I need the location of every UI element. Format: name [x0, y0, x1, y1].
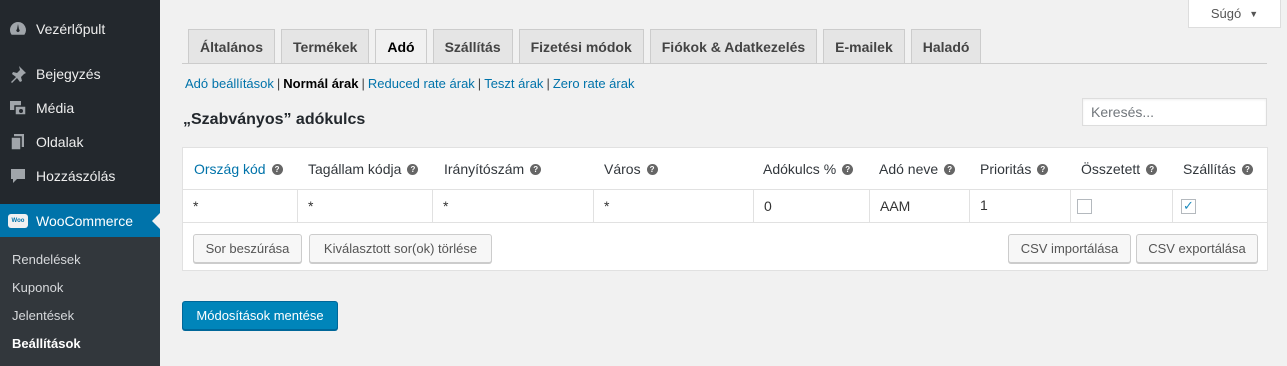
tab-products[interactable]: Termékek [281, 29, 370, 64]
help-label: Súgó [1210, 6, 1242, 21]
menu-label: Hozzászólás [36, 168, 116, 184]
column-header-postcode: Irányítószám? [444, 148, 542, 190]
subnav-tax-options[interactable]: Adó beállítások [185, 76, 274, 91]
subnav-separator: | [361, 76, 365, 91]
subnav-separator: | [276, 76, 281, 91]
menu-item-dashboard[interactable]: Vezérlőpult [0, 12, 160, 46]
state-code-field[interactable]: * [298, 190, 433, 222]
menu-label: Vezérlőpult [36, 21, 106, 37]
csv-export-button[interactable]: CSV exportálása [1136, 234, 1258, 263]
caret-down-icon: ▼ [1249, 8, 1259, 19]
column-header-rate: Adókulcs %? [763, 148, 854, 190]
column-header-compound: Összetett? [1081, 148, 1158, 190]
woo-badge: Woo [8, 214, 28, 228]
menu-item-posts[interactable]: Bejegyzés [0, 57, 160, 91]
rate-field[interactable]: 0 [754, 190, 870, 222]
header-label: Szállítás [1183, 161, 1236, 177]
help-icon[interactable]: ? [271, 163, 283, 175]
help-icon[interactable]: ? [530, 163, 542, 175]
tab-shipping[interactable]: Szállítás [432, 29, 513, 64]
submenu-settings[interactable]: Beállítások [12, 336, 81, 351]
tab-payments[interactable]: Fizetési módok [518, 29, 644, 64]
column-header-shipping: Szállítás? [1183, 148, 1253, 190]
tab-advanced[interactable]: Haladó [910, 29, 982, 64]
menu-label: Oldalak [36, 134, 84, 150]
tabs-divider [182, 63, 1267, 64]
subnav-test-rates[interactable]: Teszt árak [484, 76, 543, 91]
header-label: Összetett [1081, 161, 1141, 177]
subnav-separator: | [546, 76, 550, 91]
help-icon[interactable]: ? [1146, 163, 1158, 175]
help-icon[interactable]: ? [407, 163, 419, 175]
shipping-checkbox[interactable]: ✓ [1181, 198, 1196, 214]
compound-cell [1071, 190, 1173, 222]
submenu-orders[interactable]: Rendelések [12, 252, 81, 267]
header-label: Város [604, 161, 641, 177]
postcode-field[interactable]: * [433, 190, 594, 222]
header-label: Prioritás [980, 161, 1032, 177]
csv-import-button[interactable]: CSV importálása [1008, 234, 1131, 263]
pin-icon [0, 64, 36, 84]
tab-accounts[interactable]: Fiókok & Adatkezelés [649, 29, 818, 64]
column-header-priority: Prioritás? [980, 148, 1049, 190]
woocommerce-icon: Woo [0, 214, 36, 228]
table-row: * * * * 0 AAM 1 ✓ [183, 189, 1267, 223]
woocommerce-submenu: Rendelések Kuponok Jelentések Beállításo… [0, 237, 160, 366]
delete-rows-button[interactable]: Kiválasztott sor(ok) törlése [309, 234, 492, 263]
menu-label: WooCommerce [36, 213, 133, 229]
admin-sidebar: Vezérlőpult Bejegyzés Média Oldalak Hozz… [0, 0, 160, 366]
tab-emails[interactable]: E-mailek [823, 29, 905, 64]
settings-tabs: Általános Termékek Adó Szállítás Fizetés… [188, 29, 987, 64]
page-title: „Szabványos” adókulcs [183, 111, 366, 128]
priority-field[interactable]: 1 [970, 190, 1071, 222]
header-label: Ország kód [194, 161, 266, 177]
help-icon[interactable]: ? [944, 163, 956, 175]
subnav-reduced-rates[interactable]: Reduced rate árak [368, 76, 475, 91]
column-header-tax-name: Adó neve? [879, 148, 956, 190]
menu-label: Bejegyzés [36, 66, 101, 82]
subnav-standard-rates: Normál árak [283, 76, 359, 91]
shipping-cell: ✓ [1173, 190, 1267, 222]
tax-subnav: Adó beállítások | Normál árak | Reduced … [185, 76, 634, 91]
submenu-reports[interactable]: Jelentések [12, 308, 74, 323]
help-icon[interactable]: ? [646, 163, 658, 175]
header-label: Tagállam kódja [308, 161, 402, 177]
comment-icon [0, 166, 36, 186]
tab-general[interactable]: Általános [188, 29, 276, 64]
header-label: Irányítószám [444, 161, 525, 177]
menu-item-woocommerce[interactable]: Woo WooCommerce [0, 204, 160, 238]
subnav-zero-rates[interactable]: Zero rate árak [553, 76, 635, 91]
menu-item-media[interactable]: Média [0, 91, 160, 125]
column-header-country[interactable]: Ország kód? [194, 148, 283, 190]
help-icon[interactable]: ? [1241, 163, 1253, 175]
menu-item-comments[interactable]: Hozzászólás [0, 159, 160, 193]
country-code-field[interactable]: * [183, 190, 298, 222]
help-button[interactable]: Súgó ▼ [1188, 0, 1281, 28]
tab-tax[interactable]: Adó [375, 29, 427, 64]
submenu-coupons[interactable]: Kuponok [12, 280, 63, 295]
subnav-separator: | [477, 76, 482, 91]
search-input[interactable] [1082, 98, 1267, 126]
save-changes-button[interactable]: Módosítások mentése [182, 301, 338, 330]
column-header-city: Város? [604, 148, 658, 190]
header-label: Adó neve [879, 161, 939, 177]
tax-rates-table: Ország kód? Tagállam kódja? Irányítószám… [182, 147, 1268, 271]
media-icon [0, 98, 36, 118]
help-icon[interactable]: ? [842, 163, 854, 175]
insert-row-button[interactable]: Sor beszúrása [193, 234, 302, 263]
page-icon [0, 132, 36, 152]
column-header-state: Tagállam kódja? [308, 148, 419, 190]
dashboard-icon [0, 19, 36, 39]
header-label: Adókulcs % [763, 161, 837, 177]
compound-checkbox[interactable] [1077, 198, 1092, 214]
city-field[interactable]: * [594, 190, 754, 222]
tax-name-field[interactable]: AAM [870, 190, 970, 222]
menu-item-pages[interactable]: Oldalak [0, 125, 160, 159]
help-icon[interactable]: ? [1037, 163, 1049, 175]
menu-label: Média [36, 100, 75, 116]
